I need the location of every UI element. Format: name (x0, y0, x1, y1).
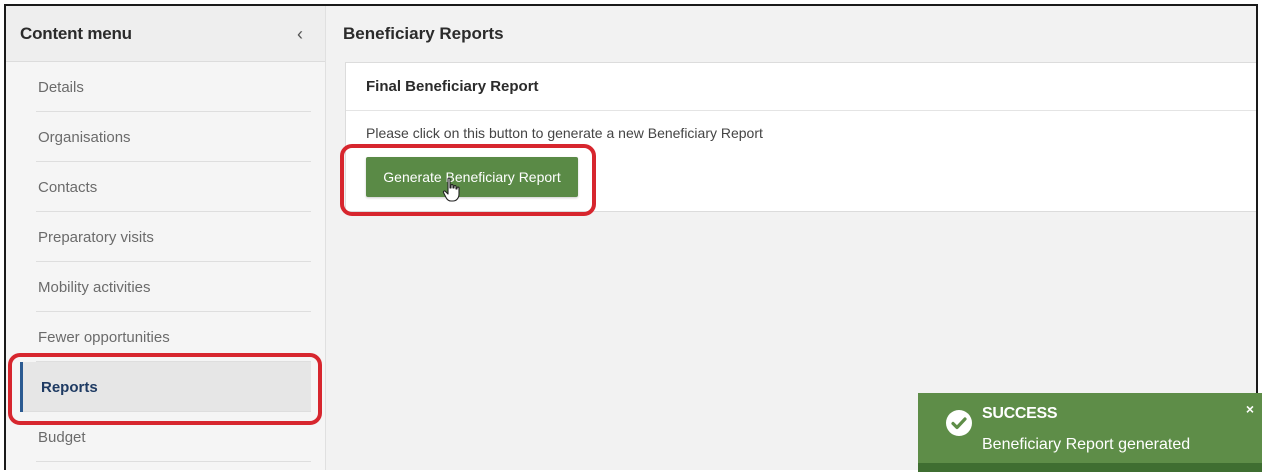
menu-item-label: Budget (38, 428, 86, 446)
toast-message: Beneficiary Report generated (982, 436, 1191, 453)
chevron-left-icon[interactable]: ‹ (297, 25, 303, 43)
menu-item-label: Organisations (38, 128, 131, 146)
generate-report-button[interactable]: Generate Beneficiary Report (366, 157, 578, 197)
menu-item-reports[interactable]: Reports (20, 362, 311, 412)
toast-progress-bar (918, 463, 1262, 472)
menu-item-mobility-activities[interactable]: Mobility activities (6, 262, 311, 312)
content-menu-sidebar: Content menu ‹ Details Organisations Con… (6, 6, 326, 470)
page-title: Beneficiary Reports (327, 6, 1256, 62)
menu-item-preparatory-visits[interactable]: Preparatory visits (6, 212, 311, 262)
card-title: Final Beneficiary Report (346, 63, 1256, 111)
menu-item-contacts[interactable]: Contacts (6, 162, 311, 212)
check-circle-icon (946, 410, 972, 436)
menu-item-label: Contacts (38, 178, 98, 196)
menu-item-fewer-opportunities[interactable]: Fewer opportunities (6, 312, 311, 362)
menu-item-label: Mobility activities (38, 278, 151, 296)
final-report-card: Final Beneficiary Report Please click on… (345, 62, 1256, 212)
sidebar-header: Content menu ‹ (6, 6, 325, 62)
card-description: Please click on this button to generate … (366, 125, 763, 141)
menu-item-label: Reports (41, 378, 98, 396)
toast-title: SUCCESS (982, 405, 1058, 422)
menu-item-details[interactable]: Details (6, 62, 311, 112)
success-toast: SUCCESS Beneficiary Report generated × (918, 393, 1262, 472)
close-icon[interactable]: × (1246, 401, 1254, 417)
menu-item-label: Preparatory visits (38, 228, 154, 246)
menu-item-label: Details (38, 78, 84, 96)
menu-item-budget[interactable]: Budget (6, 412, 311, 462)
menu-item-label: Fewer opportunities (38, 328, 170, 346)
menu-item-organisations[interactable]: Organisations (6, 112, 311, 162)
hand-cursor-icon (442, 177, 460, 202)
sidebar-title: Content menu (20, 23, 132, 43)
